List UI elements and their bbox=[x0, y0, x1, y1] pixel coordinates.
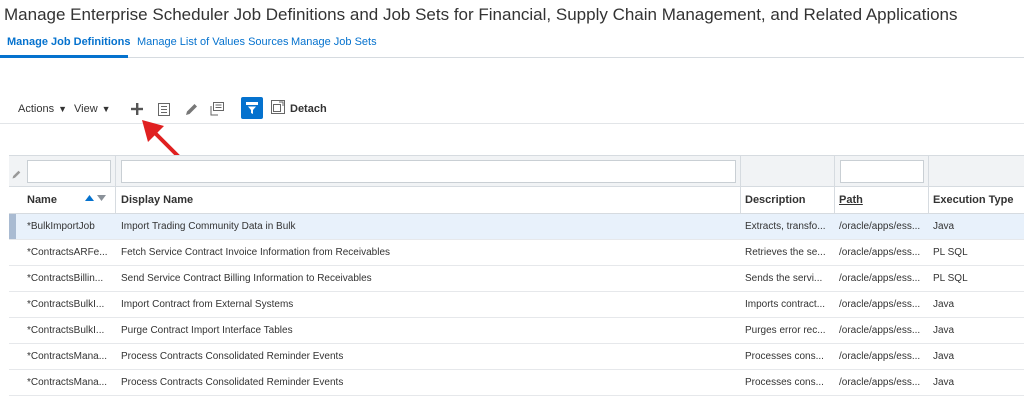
sort-ascending-icon[interactable] bbox=[85, 195, 94, 201]
cell-execution-type: PL SQL bbox=[933, 247, 968, 258]
view-menu-label: View bbox=[74, 103, 98, 115]
filter-edit-icon bbox=[12, 166, 21, 184]
cell-display-name: Import Contract from External Systems bbox=[121, 299, 294, 310]
sort-control[interactable] bbox=[85, 195, 106, 201]
cell-path: /oracle/apps/ess... bbox=[839, 351, 921, 362]
cell-path: /oracle/apps/ess... bbox=[839, 377, 921, 388]
cell-description: Extracts, transfo... bbox=[745, 221, 826, 232]
cell-path: /oracle/apps/ess... bbox=[839, 273, 921, 284]
display-name-filter-input[interactable] bbox=[121, 160, 736, 183]
edit-icon[interactable] bbox=[183, 101, 199, 117]
query-by-example-icon[interactable] bbox=[241, 97, 263, 119]
table-row[interactable]: *ContractsMana... Process Contracts Conso… bbox=[9, 344, 1024, 370]
row-selection-marker bbox=[9, 240, 16, 265]
table-header: Name Display Name Description Path Execu… bbox=[9, 187, 1024, 214]
actions-menu[interactable]: Actions ▼ bbox=[18, 103, 67, 115]
column-divider bbox=[740, 155, 741, 214]
table-row[interactable]: *ContractsBulkI... Purge Contract Import … bbox=[9, 318, 1024, 344]
name-filter-input[interactable] bbox=[27, 160, 111, 183]
path-filter-input[interactable] bbox=[840, 160, 924, 183]
column-divider bbox=[115, 155, 116, 214]
cell-display-name: Process Contracts Consolidated Reminder … bbox=[121, 377, 344, 388]
cell-display-name: Process Contracts Consolidated Reminder … bbox=[121, 351, 344, 362]
page-title: Manage Enterprise Scheduler Job Definiti… bbox=[4, 5, 958, 24]
cell-execution-type: Java bbox=[933, 377, 955, 388]
row-selection-marker bbox=[9, 318, 16, 343]
cell-name: *ContractsBulkI... bbox=[27, 325, 105, 336]
table-row[interactable]: *ContractsARFe... Fetch Service Contract … bbox=[9, 240, 1024, 266]
cell-execution-type: PL SQL bbox=[933, 273, 968, 284]
column-divider bbox=[834, 155, 835, 214]
cell-execution-type: Java bbox=[933, 351, 955, 362]
cell-description: Imports contract... bbox=[745, 299, 826, 310]
actions-menu-label: Actions bbox=[18, 103, 55, 115]
query-by-example-row bbox=[9, 155, 1024, 187]
cell-execution-type: Java bbox=[933, 299, 955, 310]
table-row[interactable]: *ContractsMana... Process Contracts Conso… bbox=[9, 370, 1024, 396]
row-selection-marker bbox=[9, 292, 16, 317]
cell-display-name: Import Trading Community Data in Bulk bbox=[121, 221, 296, 232]
cell-execution-type: Java bbox=[933, 221, 955, 232]
column-divider bbox=[928, 155, 929, 214]
cell-path: /oracle/apps/ess... bbox=[839, 299, 921, 310]
cell-path: /oracle/apps/ess... bbox=[839, 221, 921, 232]
view-icon[interactable] bbox=[156, 101, 172, 117]
cell-description: Retrieves the se... bbox=[745, 247, 826, 258]
cell-path: /oracle/apps/ess... bbox=[839, 325, 921, 336]
tab-manage-list-of-values-sources[interactable]: Manage List of Values Sources bbox=[137, 36, 288, 48]
table-row[interactable]: *ContractsBulkI... Import Contract from E… bbox=[9, 292, 1024, 318]
cell-display-name: Purge Contract Import Interface Tables bbox=[121, 325, 293, 336]
cell-name: *ContractsBulkI... bbox=[27, 299, 105, 310]
column-header-path[interactable]: Path bbox=[839, 194, 863, 206]
row-selection-marker bbox=[9, 214, 16, 239]
cell-name: *ContractsBillin... bbox=[27, 273, 104, 284]
row-selection-marker bbox=[9, 344, 16, 369]
detach-label: Detach bbox=[290, 103, 327, 115]
cell-description: Processes cons... bbox=[745, 377, 824, 388]
cell-display-name: Fetch Service Contract Invoice Informati… bbox=[121, 247, 390, 258]
cell-path: /oracle/apps/ess... bbox=[839, 247, 921, 258]
cell-display-name: Send Service Contract Billing Informatio… bbox=[121, 273, 372, 284]
cell-name: *BulkImportJob bbox=[27, 221, 95, 232]
column-header-execution-type[interactable]: Execution Type bbox=[933, 194, 1013, 206]
row-selection-marker bbox=[9, 266, 16, 291]
view-menu[interactable]: View ▼ bbox=[74, 103, 111, 115]
column-header-display-name[interactable]: Display Name bbox=[121, 194, 193, 206]
cell-name: *ContractsMana... bbox=[27, 377, 108, 388]
detach-icon bbox=[271, 99, 285, 119]
caret-down-icon: ▼ bbox=[101, 104, 111, 114]
sort-descending-icon[interactable] bbox=[97, 195, 106, 201]
cell-execution-type: Java bbox=[933, 325, 955, 336]
cell-name: *ContractsMana... bbox=[27, 351, 108, 362]
add-icon[interactable] bbox=[129, 101, 145, 117]
row-selection-marker bbox=[9, 370, 16, 395]
column-header-description[interactable]: Description bbox=[745, 194, 806, 206]
detach-button[interactable]: Detach bbox=[271, 99, 327, 119]
tab-manage-job-sets[interactable]: Manage Job Sets bbox=[291, 36, 377, 48]
cell-description: Sends the servi... bbox=[745, 273, 823, 284]
cell-description: Processes cons... bbox=[745, 351, 824, 362]
cell-description: Purges error rec... bbox=[745, 325, 826, 336]
active-tab-indicator bbox=[0, 55, 128, 58]
caret-down-icon: ▼ bbox=[58, 104, 67, 114]
table-row[interactable]: *BulkImportJob Import Trading Community D… bbox=[9, 214, 1024, 240]
tab-bar: Manage Job Definitions Manage List of Va… bbox=[0, 30, 1024, 58]
cell-name: *ContractsARFe... bbox=[27, 247, 108, 258]
table-row[interactable]: *ContractsBillin... Send Service Contract… bbox=[9, 266, 1024, 292]
tab-manage-job-definitions[interactable]: Manage Job Definitions bbox=[7, 36, 130, 48]
duplicate-icon[interactable] bbox=[209, 101, 225, 117]
column-header-name[interactable]: Name bbox=[27, 194, 57, 206]
